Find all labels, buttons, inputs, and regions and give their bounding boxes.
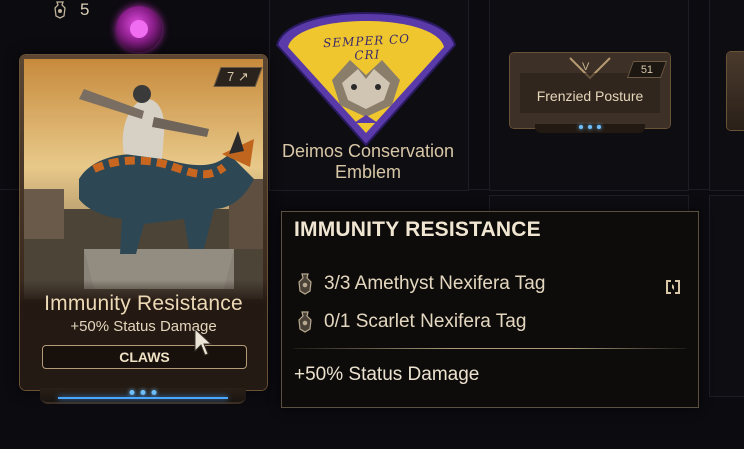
tag-requirement: 3/3 Amethyst Nexifera Tag: [324, 273, 546, 294]
madurai-polarity-icon: ↗: [237, 69, 249, 84]
tag-count: 5: [80, 0, 90, 19]
amethyst-tag-icon: [298, 273, 312, 295]
mod-artwork: [24, 59, 263, 299]
tag-row: 0/1 Scarlet Nexifera Tag: [296, 311, 526, 333]
mod-card-base: [40, 388, 246, 404]
mod-description: +50% Status Damage: [70, 318, 217, 335]
mod-rank: 51: [640, 63, 654, 76]
nexifera-tag-icon: [54, 1, 66, 19]
mod-card-immunity-resistance[interactable]: 7 ↗ Immunity Resistance +50% Status Dama…: [20, 55, 267, 390]
deimos-conservation-emblem-icon: [275, 11, 457, 147]
swap-icon[interactable]: [663, 277, 683, 297]
mod-card-base: [535, 124, 645, 133]
tag-row: 3/3 Amethyst Nexifera Tag: [296, 273, 545, 295]
mod-rank: 7: [227, 69, 235, 84]
mod-rank-badge: 7 ↗: [213, 67, 263, 87]
mod-card-frenzied-posture[interactable]: V 51 Frenzied Posture: [510, 53, 670, 128]
mod-rank-badge: 51: [626, 61, 668, 78]
mod-polarity: V: [582, 61, 590, 73]
emblem-tile-deimos-conservation[interactable]: SEMPER CO CRI Deimos Conservation Emblem: [269, 0, 467, 189]
scarlet-tag-icon: [298, 311, 312, 333]
mod-name: Frenzied Posture: [536, 88, 644, 104]
tooltip-divider: [294, 348, 686, 349]
mod-tooltip: IMMUNITY RESISTANCE 3/3 Amethyst Nexifer…: [281, 211, 699, 408]
tooltip-stat: +50% Status Damage: [294, 364, 480, 385]
mod-orb: [116, 6, 162, 52]
mod-name: Immunity Resistance: [44, 292, 243, 315]
mod-type-label: CLAWS: [42, 345, 247, 369]
emblem-patch-text: SEMPER CO CRI: [322, 31, 411, 63]
tooltip-title: IMMUNITY RESISTANCE: [294, 218, 541, 241]
mouse-cursor-icon: [194, 327, 213, 356]
tag-counter: 5: [52, 0, 89, 20]
mod-card-partial[interactable]: [727, 52, 744, 130]
grid-cell: [709, 195, 744, 397]
tag-requirement: 0/1 Scarlet Nexifera Tag: [324, 311, 527, 332]
emblem-label: Deimos Conservation Emblem: [281, 141, 455, 182]
